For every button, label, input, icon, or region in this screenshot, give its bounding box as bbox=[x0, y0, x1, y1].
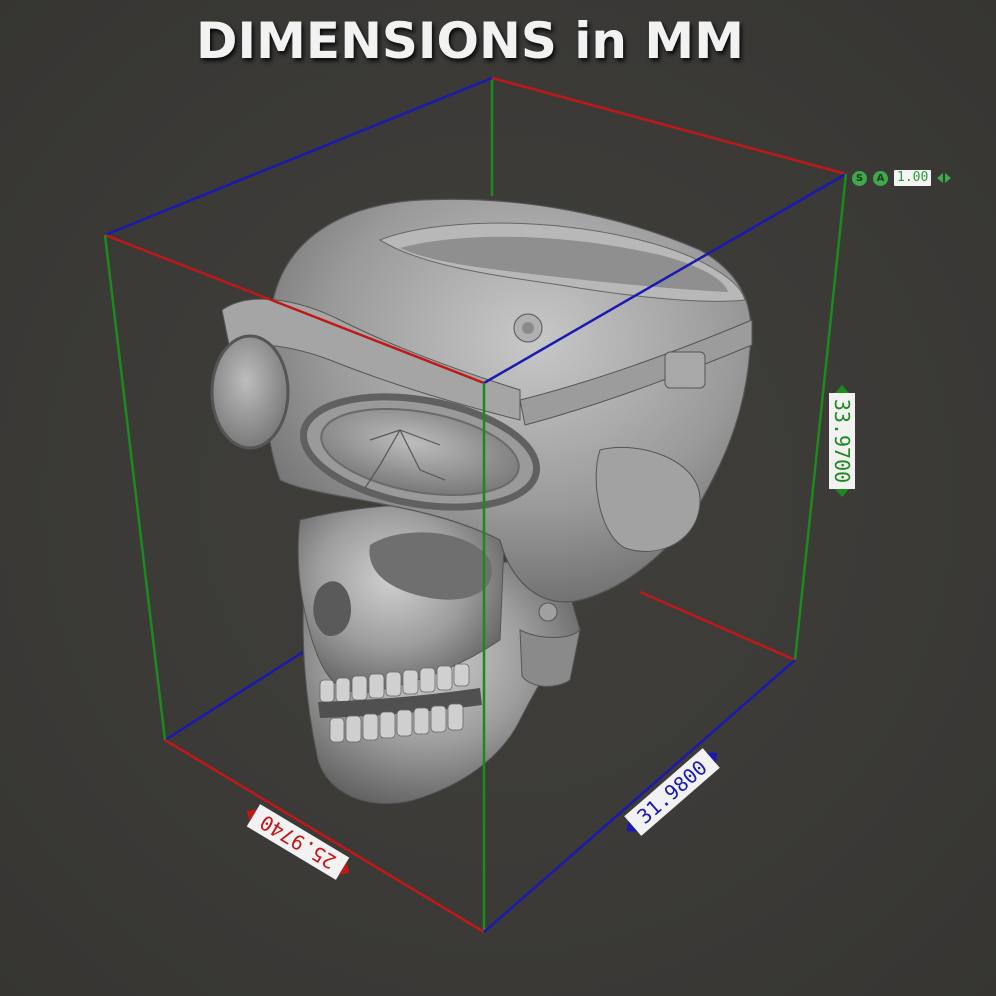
double-arrow-icon bbox=[835, 385, 849, 393]
circle-a-icon[interactable]: A bbox=[873, 170, 888, 186]
dimension-z-value: 33.9700 bbox=[830, 399, 854, 483]
dimension-label-z[interactable]: 33.9700 bbox=[829, 385, 855, 497]
scale-value-field[interactable]: 1.00 bbox=[894, 170, 932, 186]
scene-svg: 25.9740 31.9800 33.9700 bbox=[103, 76, 855, 934]
dimension-label-x[interactable]: 25.9740 bbox=[240, 800, 356, 884]
page-title: DIMENSIONS in MM bbox=[196, 12, 744, 70]
scale-widget[interactable]: S A 1.00 bbox=[852, 168, 952, 188]
a-label: A bbox=[876, 172, 885, 184]
scale-stepper[interactable] bbox=[937, 173, 952, 183]
circle-s-icon[interactable]: S bbox=[852, 170, 867, 186]
3d-viewport[interactable]: 25.9740 31.9800 33.9700 DIMENSIONS in MM… bbox=[0, 0, 996, 996]
s-label: S bbox=[855, 172, 864, 184]
dimension-label-y[interactable]: 31.9800 bbox=[618, 743, 726, 841]
skull-helmet-model[interactable] bbox=[210, 198, 753, 805]
arrow-left-icon[interactable] bbox=[937, 173, 944, 183]
arrow-right-icon[interactable] bbox=[945, 173, 952, 183]
